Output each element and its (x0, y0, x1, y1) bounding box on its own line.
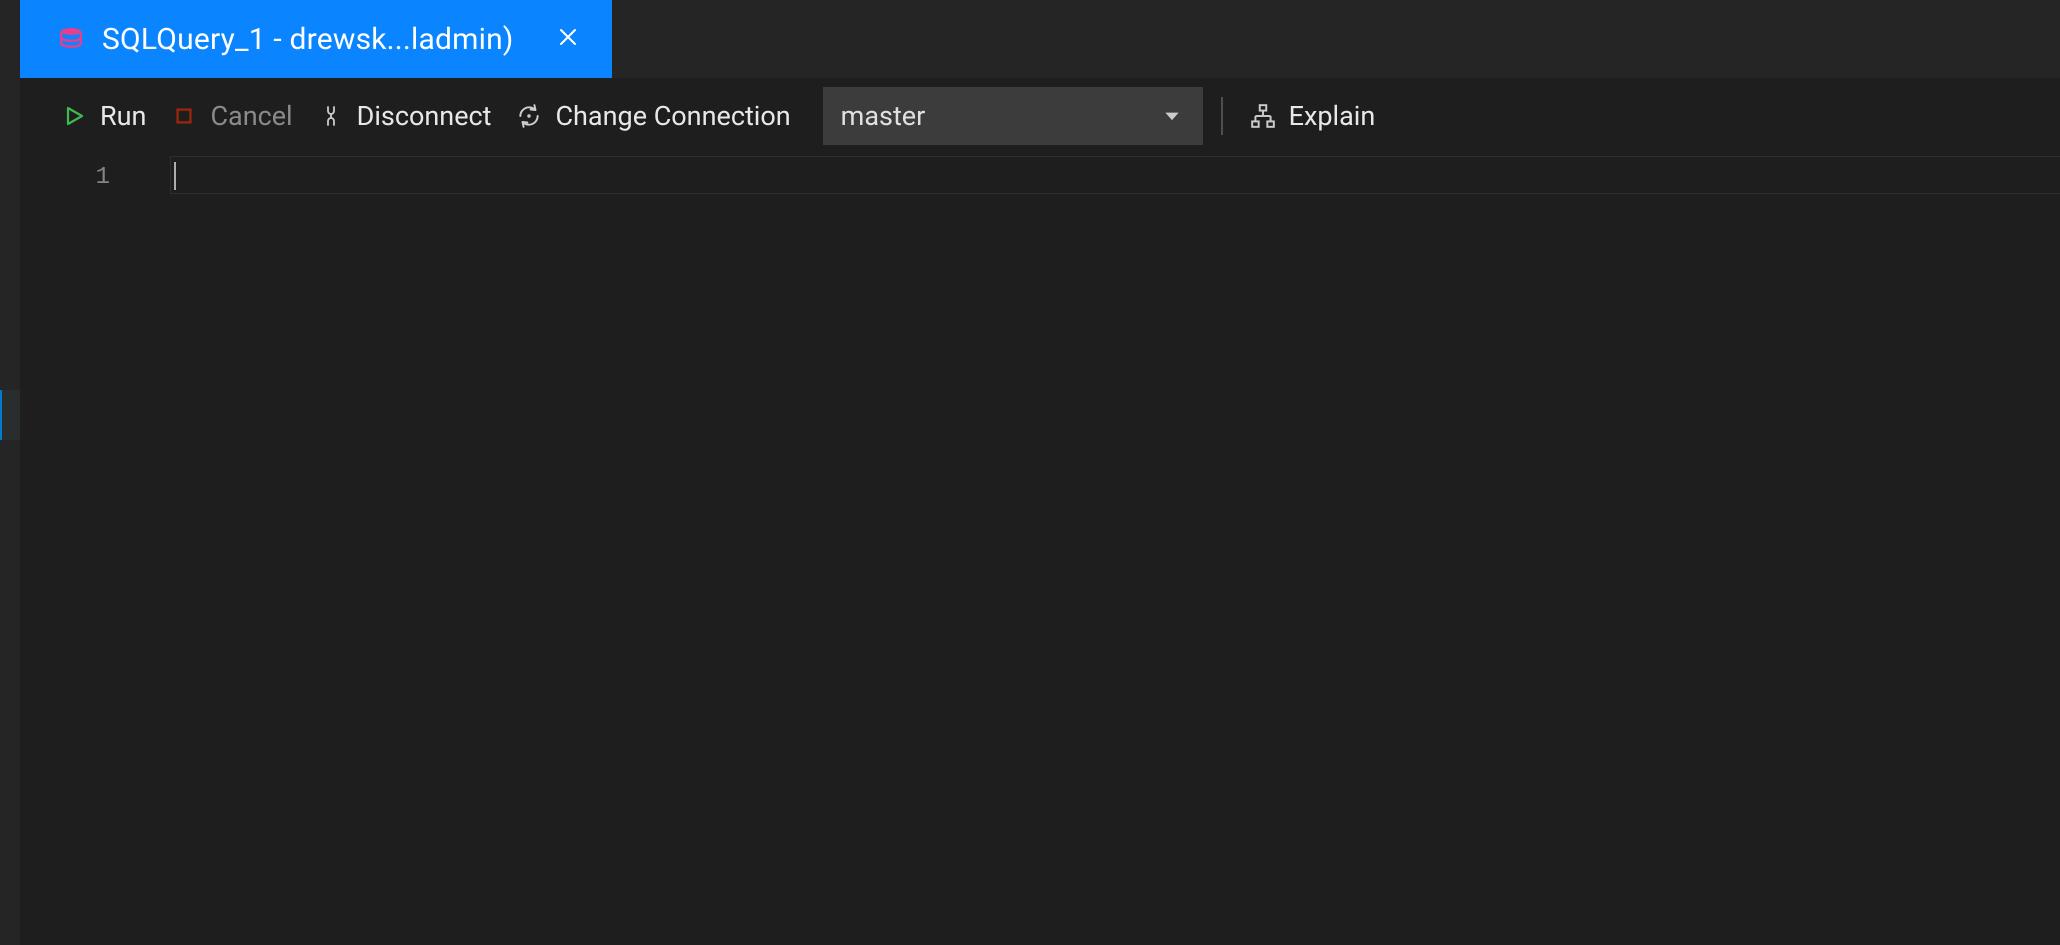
play-icon (60, 102, 88, 130)
line-number: 1 (20, 160, 170, 196)
tab-close-button[interactable] (550, 21, 586, 57)
run-label: Run (100, 100, 146, 132)
change-connection-button[interactable]: Change Connection (503, 88, 802, 144)
close-icon (556, 25, 580, 53)
explain-button[interactable]: Explain (1237, 88, 1388, 144)
code-content-area[interactable] (170, 154, 2060, 945)
database-icon (58, 26, 84, 52)
run-button[interactable]: Run (48, 88, 158, 144)
disconnect-label: Disconnect (357, 100, 492, 132)
tab-title: SQLQuery_1 - drewsk...ladmin) (102, 22, 514, 57)
stop-icon (170, 102, 198, 130)
chevron-down-icon (1161, 105, 1183, 127)
tab-sqlquery-1[interactable]: SQLQuery_1 - drewsk...ladmin) (20, 0, 612, 78)
code-editor[interactable]: 1 (20, 154, 2060, 945)
database-selected-label: master (841, 100, 926, 132)
refresh-connection-icon (515, 102, 543, 130)
disconnect-icon (317, 102, 345, 130)
toolbar-divider (1221, 97, 1223, 135)
current-line-highlight (170, 156, 2060, 194)
cancel-button[interactable]: Cancel (158, 88, 304, 144)
cancel-label: Cancel (210, 100, 292, 132)
change-connection-label: Change Connection (555, 100, 790, 132)
disconnect-button[interactable]: Disconnect (305, 88, 504, 144)
activity-bar (0, 0, 20, 945)
line-number-gutter: 1 (20, 154, 170, 945)
activity-selected-indicator (0, 390, 20, 440)
explain-label: Explain (1289, 100, 1376, 132)
database-selector[interactable]: master (823, 87, 1203, 145)
tab-bar: SQLQuery_1 - drewsk...ladmin) (20, 0, 2060, 78)
text-cursor (174, 162, 176, 190)
query-toolbar: Run Cancel Disconnect (20, 78, 2060, 154)
sitemap-icon (1249, 102, 1277, 130)
